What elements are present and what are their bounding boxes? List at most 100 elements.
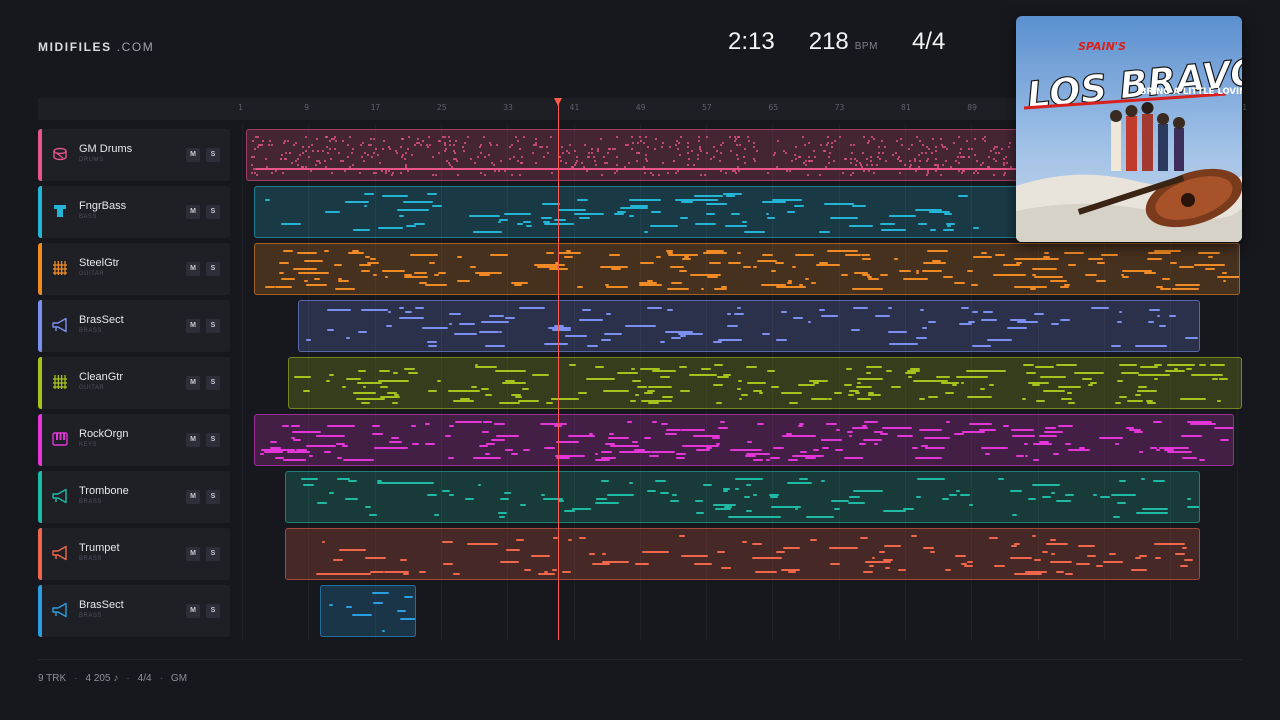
midi-note	[414, 144, 417, 146]
midi-note	[789, 402, 798, 404]
midi-note	[1126, 400, 1138, 402]
midi-note	[1209, 364, 1225, 366]
midi-note	[282, 425, 289, 427]
midi-clip[interactable]	[320, 585, 416, 637]
guitar-icon	[52, 260, 68, 276]
mute-button[interactable]: M	[186, 148, 200, 162]
track-header[interactable]: SteelGtr GUITAR M S	[38, 243, 230, 295]
track-header[interactable]: RockOrgn KEYS M S	[38, 414, 230, 466]
midi-note	[329, 158, 332, 160]
midi-note	[646, 146, 649, 148]
midi-note	[752, 158, 755, 160]
ruler-bar-label: 57	[702, 103, 712, 112]
track-header[interactable]: BrasSect BRASS M S	[38, 585, 230, 637]
midi-note	[880, 140, 883, 142]
track-header[interactable]: GM Drums DRUMS M S	[38, 129, 230, 181]
solo-button[interactable]: S	[206, 319, 220, 333]
midi-note	[608, 437, 617, 439]
solo-button[interactable]: S	[206, 148, 220, 162]
track-name[interactable]: BrasSect	[79, 314, 124, 326]
track-name[interactable]: GM Drums	[79, 143, 132, 155]
midi-note	[361, 156, 364, 158]
mute-button[interactable]: M	[186, 490, 200, 504]
midi-clip[interactable]	[254, 414, 1234, 466]
midi-note	[915, 209, 943, 211]
midi-note	[844, 158, 847, 160]
midi-note	[762, 333, 770, 335]
track-name[interactable]: BrasSect	[79, 599, 124, 611]
midi-clip[interactable]	[254, 243, 1240, 295]
midi-note	[1050, 280, 1068, 282]
midi-note	[1031, 268, 1058, 270]
midi-note	[1128, 429, 1142, 431]
solo-button[interactable]: S	[206, 547, 220, 561]
midi-note	[1039, 258, 1059, 260]
solo-button[interactable]: S	[206, 604, 220, 618]
track-name[interactable]: Trombone	[79, 485, 129, 497]
midi-note	[365, 256, 370, 258]
track-name[interactable]: FngrBass	[79, 200, 126, 212]
track-name[interactable]: CleanGtr	[79, 371, 123, 383]
midi-note	[402, 154, 405, 156]
solo-button[interactable]: S	[206, 490, 220, 504]
midi-note	[308, 146, 311, 148]
midi-note	[919, 380, 949, 382]
midi-note	[467, 136, 470, 138]
midi-clip[interactable]	[285, 471, 1200, 523]
solo-button[interactable]: S	[206, 433, 220, 447]
midi-note	[396, 152, 399, 154]
midi-note	[585, 378, 615, 380]
midi-note	[1004, 156, 1007, 158]
midi-note	[808, 156, 811, 158]
track-name[interactable]: SteelGtr	[79, 257, 119, 269]
track-category: BRASS	[79, 556, 102, 562]
midi-note	[342, 459, 374, 461]
midi-note	[628, 162, 631, 164]
midi-note	[256, 146, 259, 148]
midi-note	[966, 270, 974, 272]
midi-clip[interactable]	[285, 528, 1200, 580]
midi-note	[419, 144, 422, 146]
solo-button[interactable]: S	[206, 262, 220, 276]
mute-button[interactable]: M	[186, 262, 200, 276]
midi-note	[1012, 435, 1036, 437]
track-header[interactable]: FngrBass BASS M S	[38, 186, 230, 238]
track-header[interactable]: BrasSect BRASS M S	[38, 300, 230, 352]
midi-note	[660, 146, 663, 148]
midi-note	[558, 209, 587, 211]
midi-note	[940, 174, 943, 176]
midi-note	[977, 172, 980, 174]
mute-button[interactable]: M	[186, 547, 200, 561]
track-header[interactable]: Trumpet BRASS M S	[38, 528, 230, 580]
track-name[interactable]: RockOrgn	[79, 428, 129, 440]
midi-note	[514, 396, 522, 398]
midi-note	[341, 140, 344, 142]
midi-note	[831, 146, 834, 148]
brass-icon	[52, 317, 68, 333]
midi-note	[577, 392, 588, 394]
midi-note	[726, 195, 735, 197]
solo-button[interactable]: S	[206, 376, 220, 390]
mute-button[interactable]: M	[186, 376, 200, 390]
midi-note	[833, 392, 843, 394]
playhead[interactable]	[558, 104, 559, 640]
midi-note	[755, 571, 778, 573]
midi-clip[interactable]	[288, 357, 1242, 409]
midi-note	[780, 392, 802, 394]
track-header[interactable]: Trombone BRASS M S	[38, 471, 230, 523]
midi-note	[495, 144, 498, 146]
mute-button[interactable]: M	[186, 319, 200, 333]
midi-note	[736, 158, 739, 160]
midi-note	[370, 258, 376, 260]
midi-note	[510, 453, 519, 455]
midi-note	[456, 256, 462, 258]
track-header[interactable]: CleanGtr GUITAR M S	[38, 357, 230, 409]
midi-clip[interactable]	[298, 300, 1200, 352]
midi-note	[517, 223, 523, 225]
solo-button[interactable]: S	[206, 205, 220, 219]
midi-note	[825, 144, 828, 146]
track-name[interactable]: Trumpet	[79, 542, 120, 554]
mute-button[interactable]: M	[186, 433, 200, 447]
mute-button[interactable]: M	[186, 604, 200, 618]
mute-button[interactable]: M	[186, 205, 200, 219]
